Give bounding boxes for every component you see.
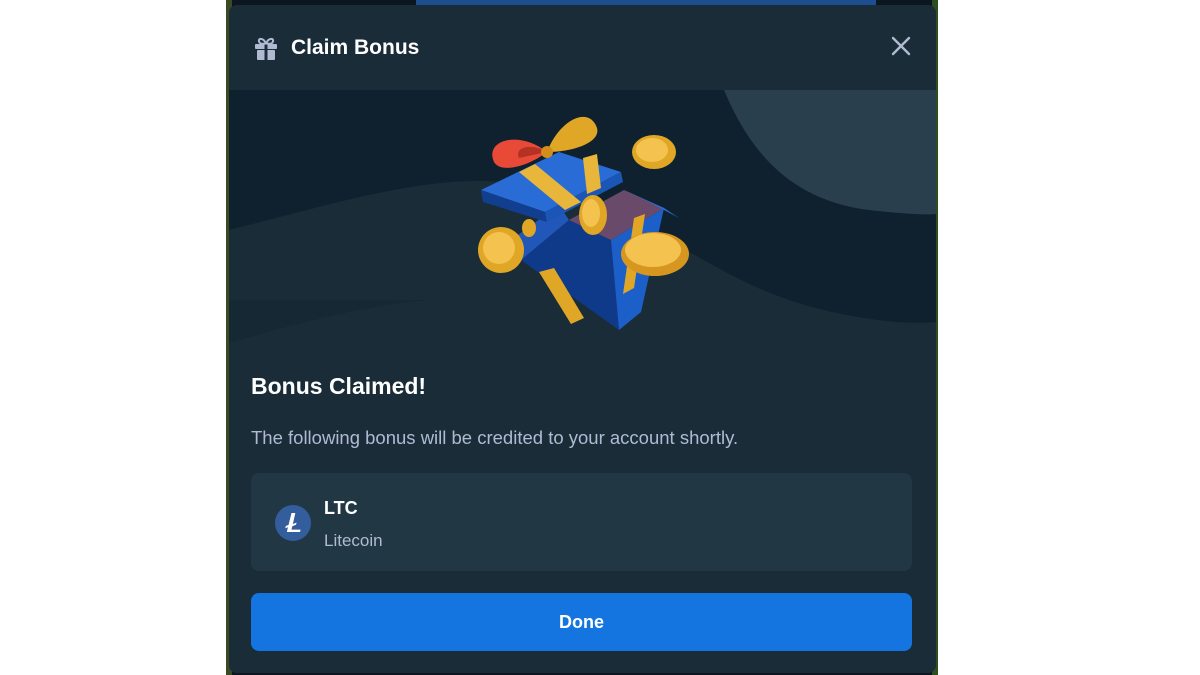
bonus-description: The following bonus will be credited to … — [251, 427, 739, 448]
done-button[interactable]: Done — [251, 593, 912, 651]
bonus-claimed-heading: Bonus Claimed! — [251, 373, 427, 399]
close-icon[interactable] — [888, 33, 914, 59]
bonus-hero-banner — [229, 90, 936, 343]
bonus-content: Bonus Claimed! The following bonus will … — [229, 343, 936, 673]
gift-icon — [253, 35, 279, 61]
litecoin-icon — [275, 505, 311, 541]
gift-box-illustration — [229, 90, 936, 343]
coin-symbol: LTC — [324, 498, 358, 518]
coin-card: LTC Litecoin — [251, 473, 912, 571]
claim-bonus-modal: Claim Bonus Bonus Claimed! The following… — [229, 5, 936, 673]
close-button[interactable] — [888, 33, 914, 59]
coin-name: Litecoin — [324, 531, 383, 550]
modal-title: Claim Bonus — [291, 35, 420, 59]
modal-header: Claim Bonus — [229, 5, 936, 90]
